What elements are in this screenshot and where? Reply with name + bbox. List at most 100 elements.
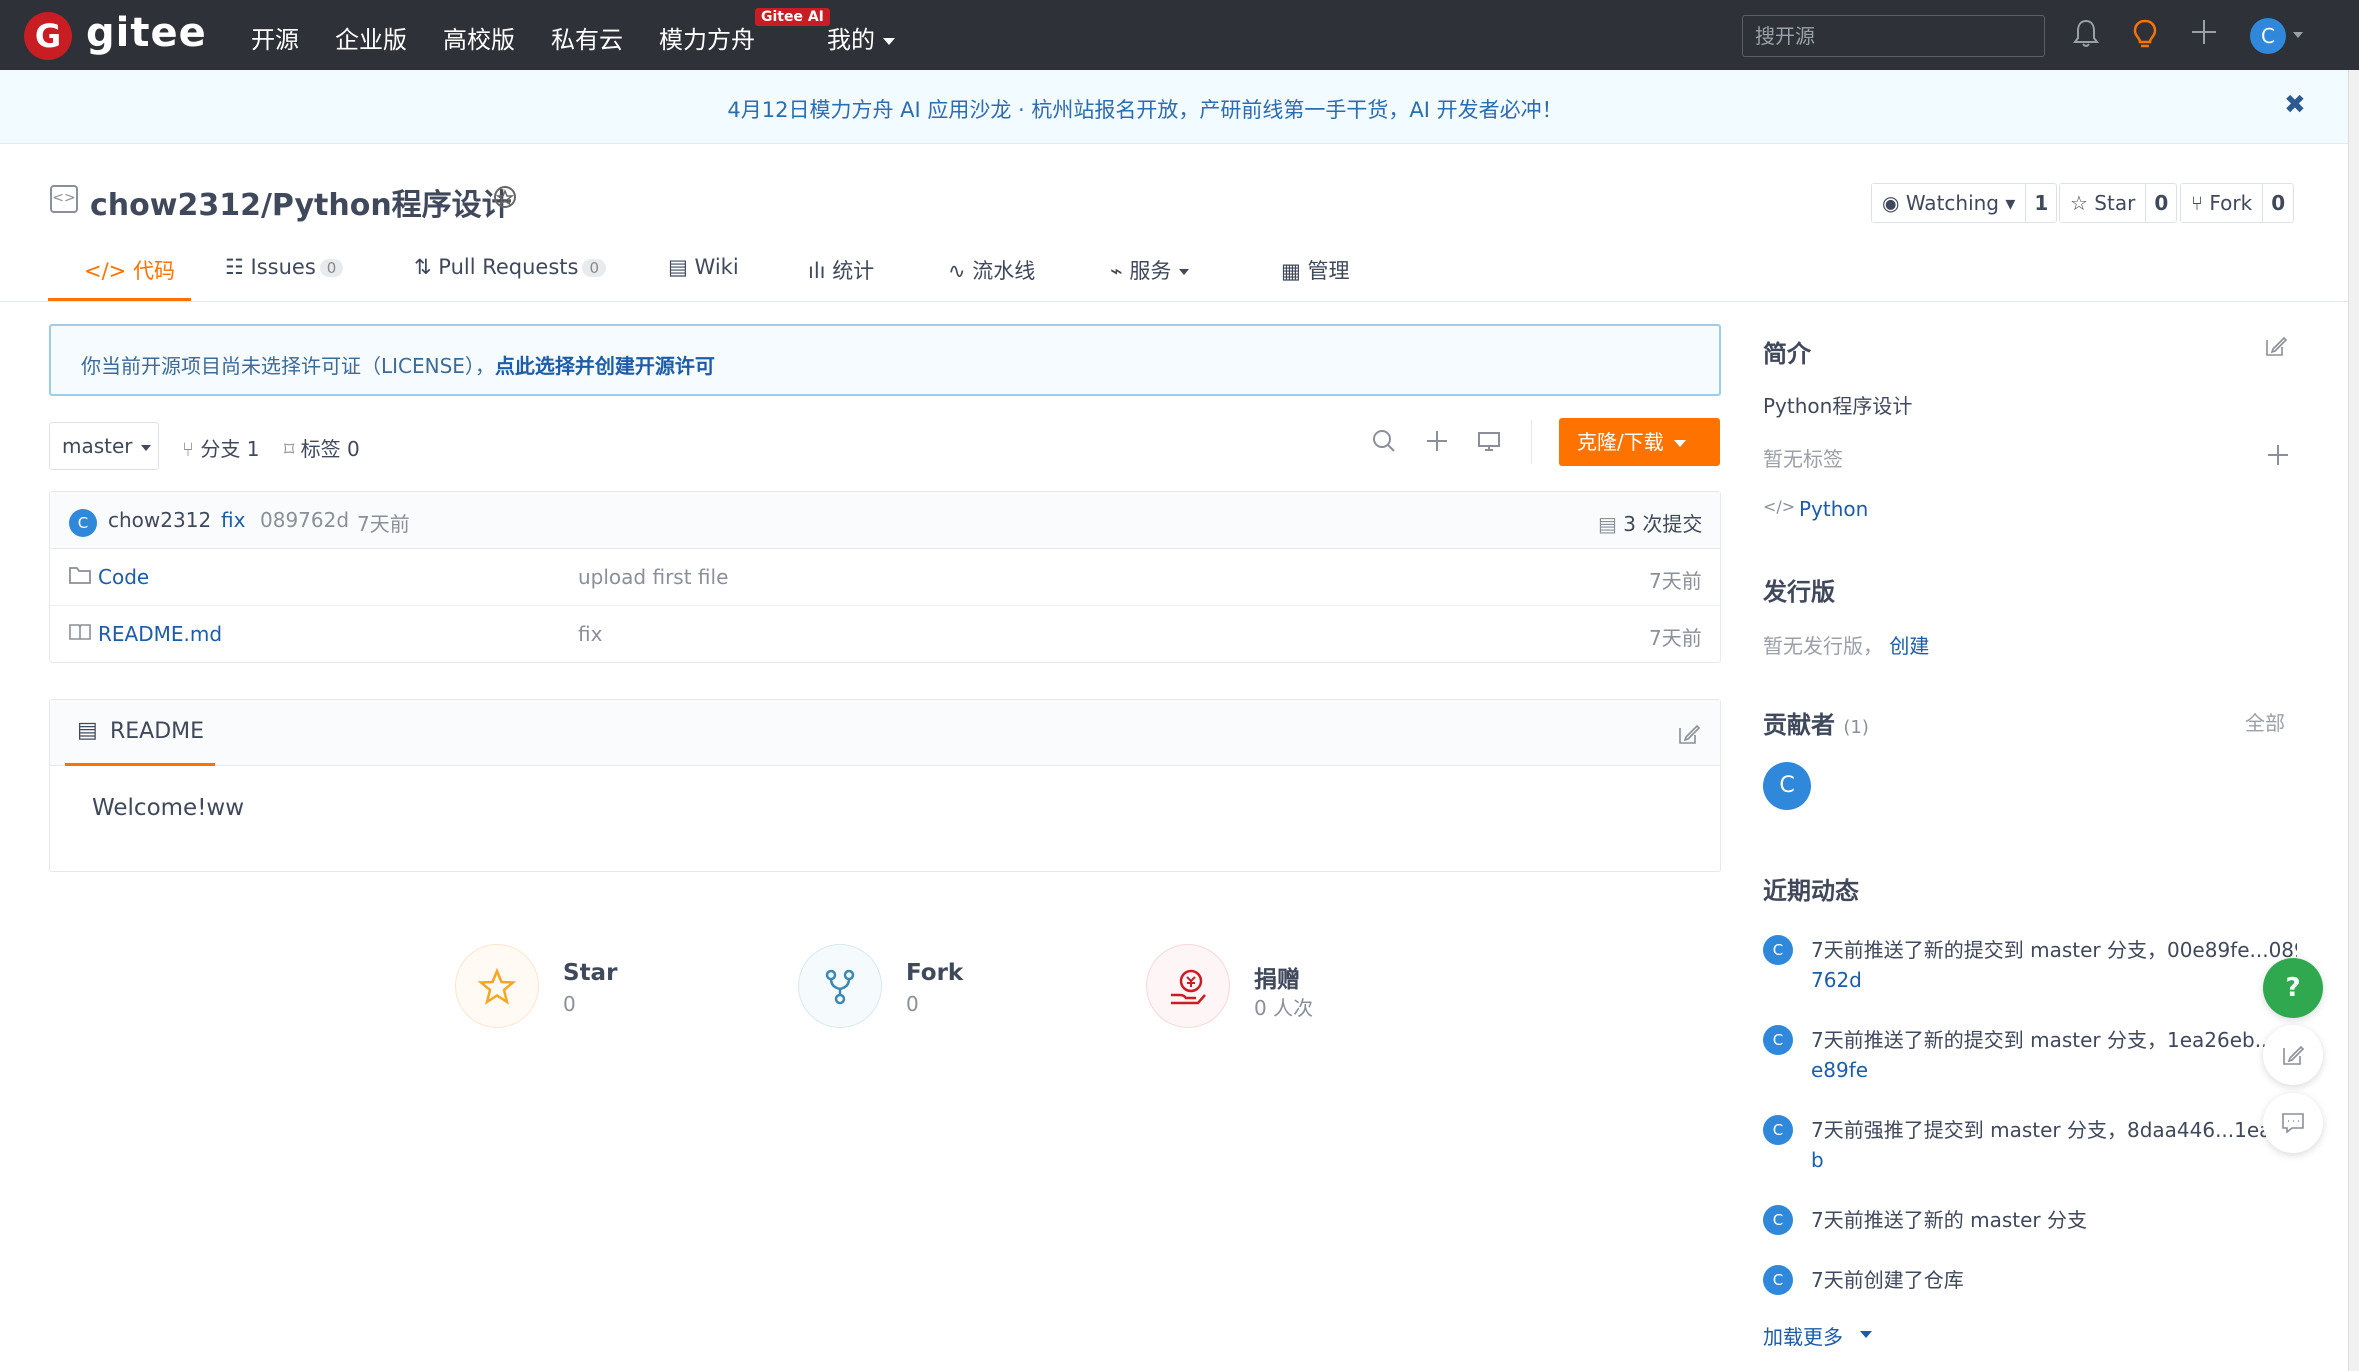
- repo-title[interactable]: chow2312/Python程序设计: [90, 180, 512, 224]
- page-scrollbar[interactable]: [2348, 70, 2359, 1371]
- feedback-edit-button[interactable]: [2263, 1025, 2323, 1085]
- watching-button[interactable]: ◉ Watching ▾: [1872, 184, 2027, 222]
- tab-manage[interactable]: ▦ 管理: [1281, 255, 1350, 285]
- activity-avatar[interactable]: C: [1763, 935, 1793, 965]
- tab-pipeline[interactable]: ∿ 流水线: [948, 255, 1035, 285]
- nav-private-cloud[interactable]: 私有云: [551, 20, 623, 55]
- user-avatar[interactable]: C: [2250, 18, 2286, 54]
- clone-download-button[interactable]: 克隆/下载: [1559, 418, 1720, 466]
- file-commit-message[interactable]: upload first file: [578, 565, 728, 589]
- nav-open-source[interactable]: 开源: [251, 20, 299, 55]
- tab-pull-requests[interactable]: ⇅ Pull Requests 0: [414, 255, 607, 279]
- commits-count: 3 次提交: [1623, 512, 1703, 536]
- fork-button[interactable]: ⑂ Fork: [2181, 184, 2264, 222]
- activity-line: 7天前强推了提交到 master 分支，8daa446...1ea2: [1811, 1118, 2285, 1142]
- commit-message[interactable]: fix: [221, 508, 245, 532]
- chat-button[interactable]: [2263, 1093, 2323, 1153]
- repo-badge-icon[interactable]: [490, 184, 520, 221]
- bell-icon[interactable]: [2072, 18, 2100, 55]
- tab-code[interactable]: </> 代码: [84, 255, 175, 285]
- commit-time: 7天前: [357, 512, 410, 536]
- language-link[interactable]: Python: [1799, 497, 1868, 521]
- branch-select[interactable]: master: [49, 422, 159, 470]
- lightbulb-icon[interactable]: [2131, 18, 2159, 57]
- search-icon[interactable]: [1371, 428, 1397, 461]
- commits-count-link[interactable]: ▤ 3 次提交: [1598, 508, 1702, 537]
- avatar-chevron-down-icon[interactable]: [2293, 32, 2303, 38]
- load-more-link[interactable]: 加载更多: [1763, 1321, 1872, 1350]
- watching-count[interactable]: 1: [2026, 184, 2056, 222]
- tags-link[interactable]: ⌑ 标签 0: [284, 433, 360, 462]
- nav-enterprise[interactable]: 企业版: [335, 20, 407, 55]
- star-stat-icon[interactable]: [455, 944, 539, 1028]
- gitee-logo-icon[interactable]: G: [24, 12, 72, 60]
- activity-item[interactable]: 7天前推送了新的提交到 master 分支，00e89fe...089 762d: [1811, 935, 2297, 995]
- tab-code-label: 代码: [132, 259, 175, 283]
- chevron-down-icon: [140, 444, 151, 451]
- plus-icon[interactable]: [2190, 18, 2218, 53]
- create-license-link[interactable]: 点此选择并创建开源许可: [495, 354, 715, 378]
- add-tag-icon[interactable]: [2266, 443, 2290, 471]
- file-name-link[interactable]: Code: [98, 565, 149, 589]
- file-commit-time: 7天前: [1649, 626, 1702, 650]
- announcement-link[interactable]: 4月12日模力方舟 AI 应用沙龙 · 杭州站报名开放，产研前线第一手干货，AI…: [0, 94, 2290, 124]
- fork-button-group: ⑂ Fork 0: [2180, 183, 2295, 223]
- issues-icon: ☷: [225, 255, 251, 279]
- chevron-down-icon: [883, 37, 895, 45]
- nav-mine-dropdown[interactable]: 我的: [827, 20, 895, 55]
- activity-avatar[interactable]: C: [1763, 1025, 1793, 1055]
- commit-author[interactable]: chow2312: [108, 508, 211, 532]
- activity-item[interactable]: 7天前推送了新的 master 分支: [1811, 1205, 2297, 1235]
- edit-intro-icon[interactable]: [2264, 334, 2288, 362]
- fork-stat-value: 0: [906, 992, 919, 1016]
- tags-count: 标签 0: [300, 437, 360, 461]
- tab-services[interactable]: ⌁ 服务: [1110, 255, 1190, 285]
- activity-item[interactable]: 7天前推送了新的提交到 master 分支，1ea26eb...0 e89fe: [1811, 1025, 2297, 1085]
- search-input[interactable]: 搜开源: [1742, 15, 2045, 57]
- tab-stats-label: 统计: [832, 259, 875, 283]
- branches-link[interactable]: ⑂ 分支 1: [182, 433, 259, 462]
- activity-item[interactable]: 7天前强推了提交到 master 分支，8daa446...1ea2 b: [1811, 1115, 2297, 1175]
- star-button[interactable]: ☆ Star: [2060, 184, 2147, 222]
- all-contributors-link[interactable]: 全部: [2245, 707, 2285, 736]
- tab-stats[interactable]: ılı 统计: [808, 255, 874, 285]
- fork-count[interactable]: 0: [2263, 184, 2293, 222]
- document-icon: ▦: [1281, 259, 1308, 283]
- activity-avatar[interactable]: C: [1763, 1115, 1793, 1145]
- star-count[interactable]: 0: [2146, 184, 2176, 222]
- activity-avatar[interactable]: C: [1763, 1265, 1793, 1295]
- license-notice-text: 你当前开源项目尚未选择许可证（LICENSE），: [81, 354, 495, 378]
- create-release-link[interactable]: 创建: [1889, 634, 1929, 658]
- tab-issues[interactable]: ☷ Issues 0: [225, 255, 344, 279]
- contributor-avatar[interactable]: C: [1763, 762, 1811, 810]
- file-name-link[interactable]: README.md: [98, 622, 222, 646]
- nav-education[interactable]: 高校版: [443, 20, 515, 55]
- tab-services-label: 服务: [1129, 259, 1172, 283]
- nav-moli-fangzhou[interactable]: 模力方舟: [659, 20, 755, 55]
- gitee-logo-text[interactable]: gitee: [86, 10, 207, 56]
- commit-hash[interactable]: 089762d: [260, 508, 349, 532]
- branches-count: 分支 1: [200, 437, 260, 461]
- table-row[interactable]: Code upload first file 7天前: [50, 549, 1720, 606]
- commit-author-avatar[interactable]: C: [69, 509, 97, 537]
- donate-stat-icon[interactable]: [1146, 944, 1230, 1028]
- edit-icon[interactable]: [1677, 722, 1701, 750]
- eye-icon: ◉: [1882, 191, 1906, 215]
- close-icon[interactable]: ✖: [2284, 90, 2306, 120]
- activity-item[interactable]: 7天前创建了仓库: [1811, 1265, 2297, 1295]
- tab-wiki[interactable]: ▤ Wiki: [668, 255, 739, 279]
- table-row[interactable]: README.md fix 7天前: [50, 606, 1720, 663]
- repo-code-icon: <>: [50, 185, 78, 213]
- fork-label: Fork: [2209, 191, 2253, 215]
- file-commit-message[interactable]: fix: [578, 622, 602, 646]
- contributors-count: (1): [1843, 717, 1869, 738]
- web-ide-icon[interactable]: [1476, 428, 1502, 461]
- activity-avatar[interactable]: C: [1763, 1205, 1793, 1235]
- tab-pipeline-label: 流水线: [972, 259, 1036, 283]
- no-tags-text: 暂无标签: [1763, 447, 1843, 471]
- fork-stat-icon[interactable]: [798, 944, 882, 1028]
- help-button[interactable]: ?: [2263, 958, 2323, 1018]
- readme-tab[interactable]: README: [110, 719, 204, 744]
- license-notice: 你当前开源项目尚未选择许可证（LICENSE），点此选择并创建开源许可: [49, 324, 1721, 396]
- add-file-icon[interactable]: [1424, 428, 1450, 461]
